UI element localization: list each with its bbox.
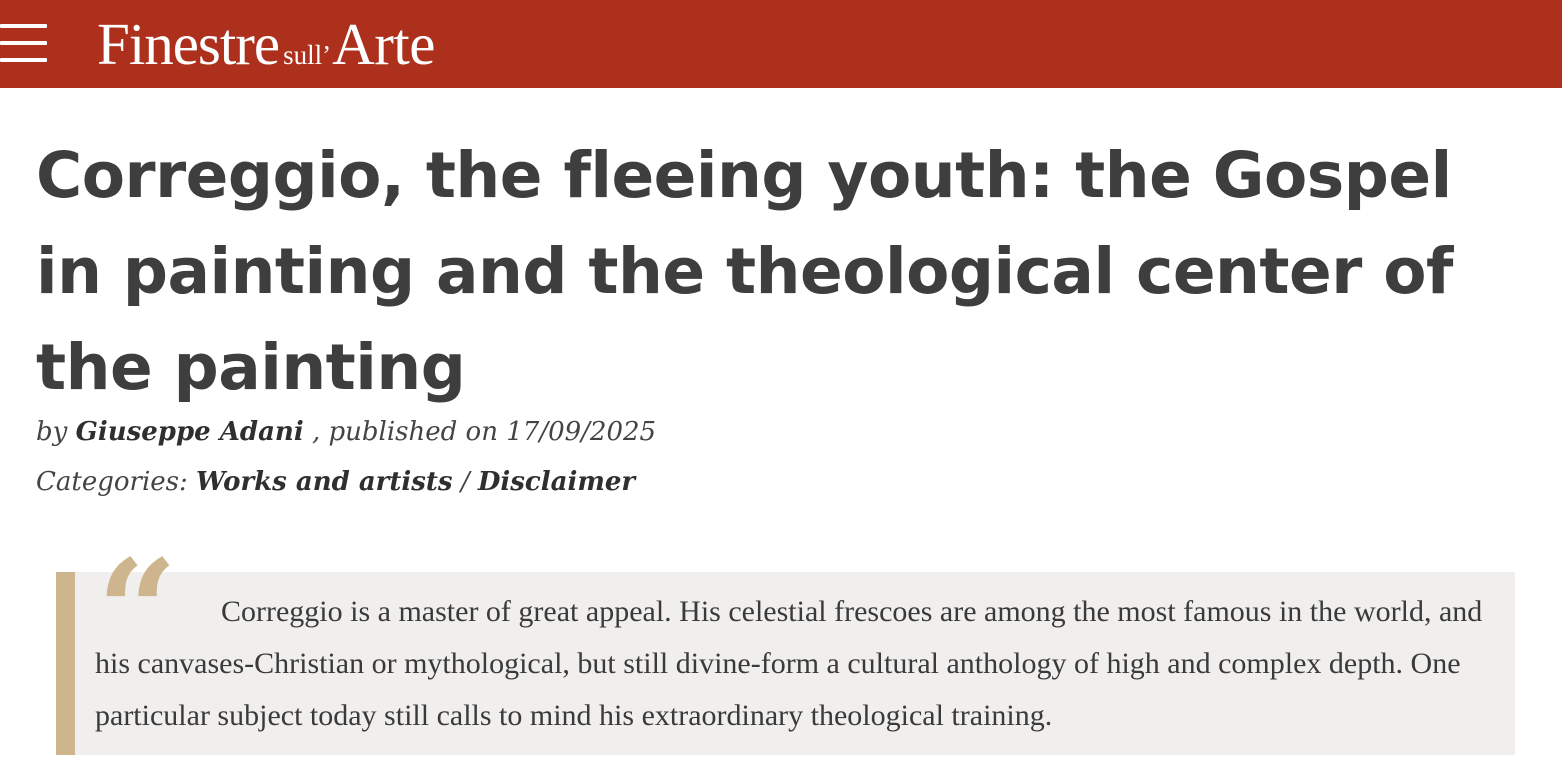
category-link-works-and-artists[interactable]: Works and artists	[196, 467, 453, 497]
published-prefix: , published on	[311, 417, 498, 447]
site-header: Finestre sull’ Arte	[0, 0, 1562, 88]
category-separator: /	[460, 467, 470, 497]
byline-prefix: by	[36, 417, 68, 447]
category-link-disclaimer[interactable]: Disclaimer	[478, 467, 635, 497]
article-categories: Categories: Works and artists / Disclaim…	[36, 462, 635, 502]
publish-date: 17/09/2025	[506, 417, 657, 447]
author-link[interactable]: Giuseppe Adani	[76, 417, 304, 447]
quote-text: Correggio is a master of great appeal. H…	[95, 595, 1483, 732]
article-title: Correggio, the fleeing youth: the Gospel…	[36, 139, 1453, 404]
menu-bar-top	[0, 24, 47, 28]
menu-bar-middle	[0, 41, 47, 45]
menu-bar-bottom	[0, 58, 47, 62]
site-logo[interactable]: Finestre sull’ Arte	[97, 8, 435, 80]
article-lead-quote: “ Correggio is a master of great appeal.…	[56, 542, 1515, 755]
logo-word-finestre: Finestre	[97, 11, 280, 77]
logo-word-sull: sull’	[283, 40, 332, 70]
article-byline: by Giuseppe Adani , published on 17/09/2…	[36, 412, 656, 452]
logo-word-arte: Arte	[332, 11, 435, 77]
categories-label: Categories:	[36, 467, 188, 497]
hamburger-menu-icon[interactable]	[0, 24, 48, 64]
